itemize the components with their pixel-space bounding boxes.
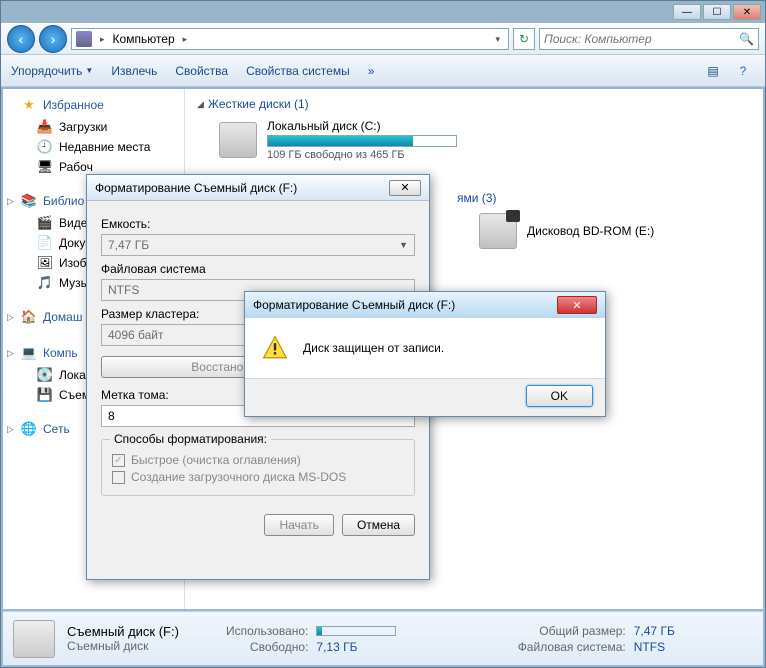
start-button[interactable]: Начать [264,514,334,536]
details-total-value: 7,47 ГБ [634,624,710,638]
star-icon: ★ [21,97,37,113]
checkbox-icon: ✓ [112,454,125,467]
chevron-icon: ▸ [96,34,109,45]
capacity-select[interactable]: 7,47 ГБ▼ [101,234,415,256]
details-free-value: 7,13 ГБ [316,640,431,654]
filesystem-label: Файловая система [101,262,415,276]
minimize-button[interactable]: — [673,4,701,20]
libraries-icon: 📚 [21,193,37,209]
ok-button[interactable]: OK [526,385,593,407]
help-button[interactable]: ? [731,61,755,81]
format-methods-legend: Способы форматирования: [110,432,271,446]
message-box-close-button[interactable]: ✕ [557,296,597,314]
window-titlebar: — ☐ ✕ [1,1,765,23]
homegroup-icon: 🏠 [21,309,37,325]
message-box: Форматирование Съемный диск (F:) ✕ Диск … [244,291,606,417]
system-properties-button[interactable]: Свойства системы [246,64,350,78]
documents-icon: 📄 [37,235,53,251]
details-total-key: Общий размер: [483,624,626,638]
address-dropdown[interactable]: ▾ [491,34,504,45]
breadcrumb-computer[interactable]: Компьютер [113,32,175,46]
details-fs-key: Файловая система: [483,640,626,654]
extract-button[interactable]: Извлечь [111,64,157,78]
video-icon: 🎬 [37,215,53,231]
msdos-boot-checkbox[interactable]: Создание загрузочного диска MS-DOS [112,470,404,484]
recent-icon: 🕘 [37,139,53,155]
bd-rom-icon [479,213,517,249]
cancel-button[interactable]: Отмена [342,514,415,536]
nav-bar: ‹ › ▸ Компьютер ▸ ▾ ↻ 🔍 [1,23,765,55]
removable-icon: 💾 [37,387,53,403]
sidebar-favorites[interactable]: ★Избранное [3,95,184,117]
pictures-icon: 🖼 [37,255,53,271]
message-box-title: Форматирование Съемный диск (F:) [253,298,455,312]
toolbar-overflow[interactable]: » [368,64,375,78]
forward-button[interactable]: › [39,25,67,53]
quick-format-checkbox[interactable]: ✓Быстрое (очистка оглавления) [112,453,404,467]
drive-c[interactable]: Локальный диск (C:) 109 ГБ свободно из 4… [197,117,751,171]
downloads-icon: 📥 [37,119,53,135]
format-dialog-titlebar[interactable]: Форматирование Съемный диск (F:) ✕ [87,175,429,201]
address-bar[interactable]: ▸ Компьютер ▸ ▾ [71,28,509,50]
computer-icon: 💻 [21,345,37,361]
chevron-icon[interactable]: ▸ [179,34,192,45]
message-box-titlebar[interactable]: Форматирование Съемный диск (F:) ✕ [245,292,605,318]
hdd-section-header[interactable]: ◢Жесткие диски (1) [197,97,751,111]
format-methods-group: Способы форматирования: ✓Быстрое (очистк… [101,439,415,496]
details-free-key: Свободно: [191,640,308,654]
desktop-icon: 🖥 [37,159,53,175]
drive-name: Локальный диск (C:) [267,119,457,133]
drive-icon [219,122,257,158]
drive-bd-rom[interactable]: Дисковод BD-ROM (E:) [457,211,751,259]
details-used-bar [316,624,431,638]
computer-icon [76,31,92,47]
drive-name: Дисковод BD-ROM (E:) [527,224,654,238]
network-icon: 🌐 [21,421,37,437]
search-input[interactable] [544,32,739,46]
sidebar-item-downloads[interactable]: 📥Загрузки [3,117,184,137]
details-fs-value: NTFS [634,640,710,654]
details-used-key: Использовано: [191,624,308,638]
format-dialog-title: Форматирование Съемный диск (F:) [95,181,297,195]
properties-button[interactable]: Свойства [175,64,228,78]
back-button[interactable]: ‹ [7,25,35,53]
search-icon[interactable]: 🔍 [739,32,754,46]
search-box[interactable]: 🔍 [539,28,759,50]
music-icon: 🎵 [37,275,53,291]
removable-section-suffix: ями (3) [457,191,751,205]
warning-icon [261,335,289,361]
details-title: Съемный диск (F:) [67,624,179,639]
close-button[interactable]: ✕ [733,4,761,20]
maximize-button[interactable]: ☐ [703,4,731,20]
sidebar-item-recent[interactable]: 🕘Недавние места [3,137,184,157]
drive-icon: 💽 [37,367,53,383]
removable-disk-icon [13,620,55,658]
drive-usage-bar [267,135,457,147]
organize-menu[interactable]: Упорядочить▼ [11,64,93,78]
refresh-button[interactable]: ↻ [513,28,535,50]
format-dialog-close-button[interactable]: ✕ [389,180,421,196]
message-box-text: Диск защищен от записи. [303,341,444,355]
details-subtitle: Съемный диск [67,639,179,653]
drive-free-text: 109 ГБ свободно из 465 ГБ [267,149,457,161]
view-mode-button[interactable]: ▤ [701,61,725,81]
details-pane: Съемный диск (F:) Съемный диск Использов… [3,611,763,665]
checkbox-icon [112,471,125,484]
toolbar: Упорядочить▼ Извлечь Свойства Свойства с… [1,55,765,87]
capacity-label: Емкость: [101,217,415,231]
